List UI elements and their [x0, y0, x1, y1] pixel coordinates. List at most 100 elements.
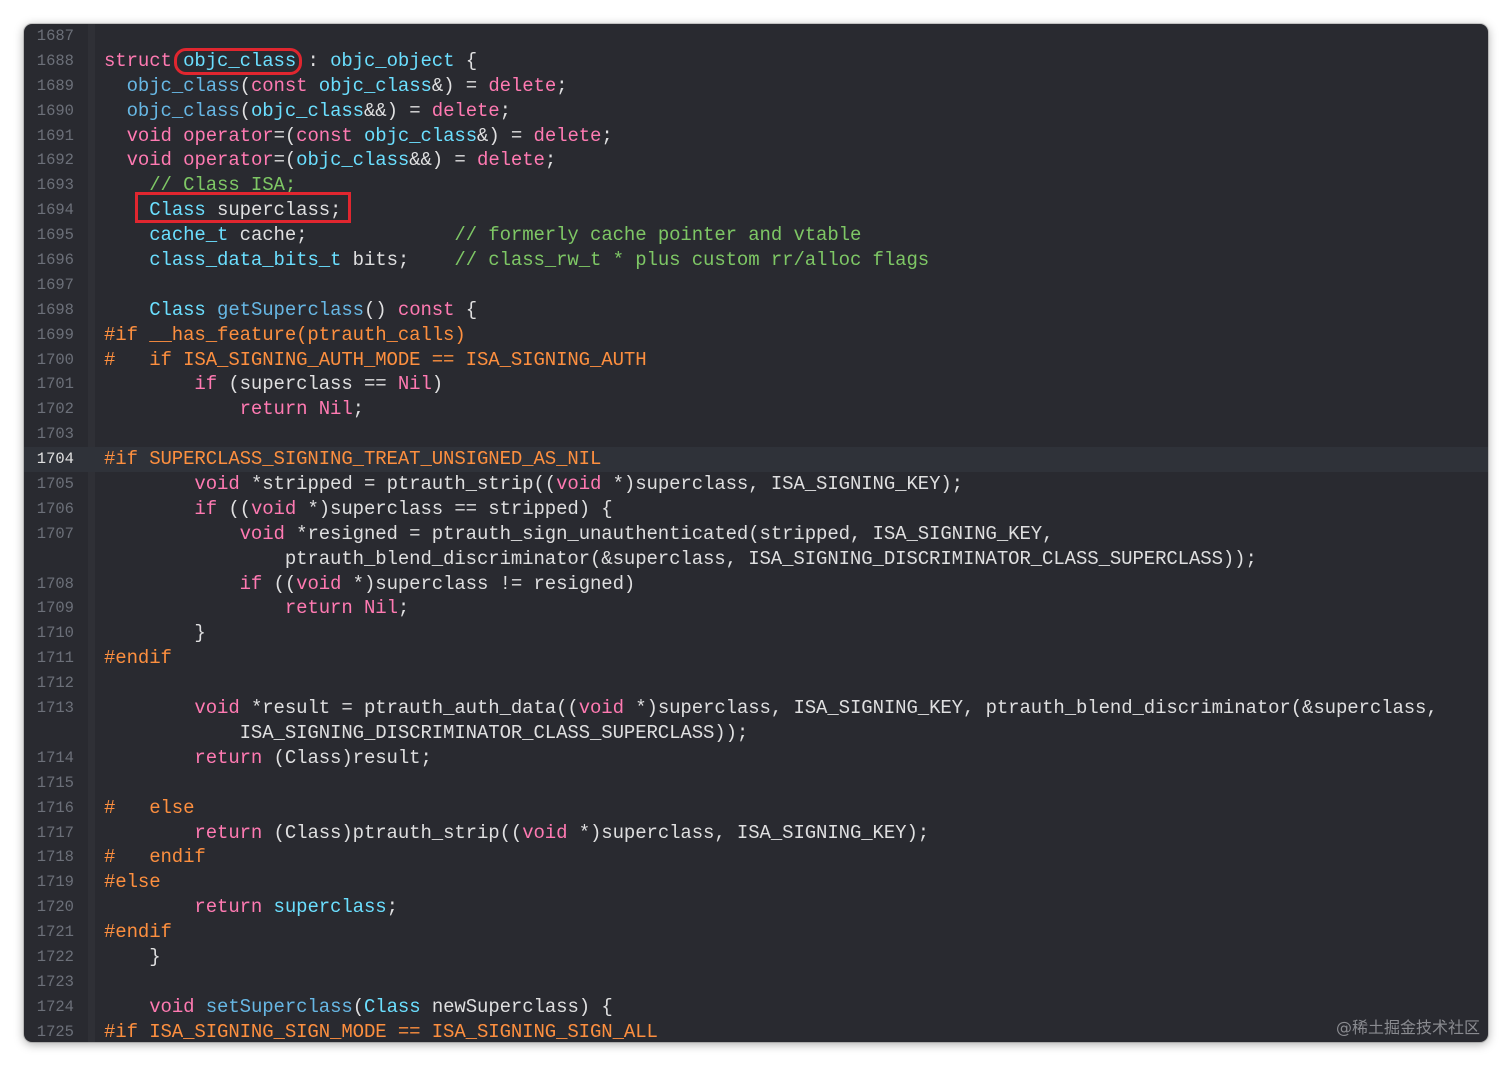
token-kw: void: [239, 522, 285, 545]
code-line[interactable]: 1690 objc_class(objc_class&&) = delete;: [24, 99, 1488, 124]
token-id: bits;: [341, 249, 455, 272]
line-number: 1721: [36, 923, 74, 942]
token-id: &&) =: [409, 149, 478, 172]
code-line[interactable]: 1719 #else: [24, 870, 1488, 895]
token-kw: void: [578, 697, 624, 720]
line-code: }: [104, 945, 160, 970]
token-id: (Class)ptrauth_strip((: [262, 821, 523, 844]
code-line[interactable]: 1701 if (superclass == Nil): [24, 372, 1488, 397]
token-id: (: [239, 74, 251, 97]
code-line[interactable]: 1725 #if ISA_SIGNING_SIGN_MODE == ISA_SIG…: [24, 1020, 1488, 1042]
code-line[interactable]: 1700 # if ISA_SIGNING_AUTH_MODE == ISA_SI…: [24, 348, 1488, 373]
code-line[interactable]: 1711 #endif: [24, 646, 1488, 671]
line-number: 1725: [36, 1022, 74, 1041]
line-code: void operator=(const objc_class&) = dele…: [104, 124, 613, 149]
line-code: ISA_SIGNING_DISCRIMINATOR_CLASS_SUPERCLA…: [104, 721, 749, 746]
code-line[interactable]: 1695 cache_t cache; // formerly cache po…: [24, 223, 1488, 248]
line-code: return Nil;: [104, 397, 364, 422]
token-kw: return: [194, 896, 263, 919]
line-number: 1688: [36, 51, 74, 70]
code-line[interactable]: 1698 Class getSuperclass() const {: [24, 298, 1488, 323]
line-code: # if ISA_SIGNING_AUTH_MODE == ISA_SIGNIN…: [104, 348, 647, 373]
code-line[interactable]: 1702 return Nil;: [24, 397, 1488, 422]
token-kw: void: [194, 473, 240, 496]
code-line[interactable]: 1712: [24, 671, 1488, 696]
code-line[interactable]: 1707 void *resigned = ptrauth_sign_unaut…: [24, 522, 1488, 547]
code-line[interactable]: 1691 void operator=(const objc_class&) =…: [24, 124, 1488, 149]
code-line[interactable]: 1723: [24, 970, 1488, 995]
token-kw: void: [250, 497, 297, 520]
code-line[interactable]: 1692 void operator=(objc_class&&) = dele…: [24, 148, 1488, 173]
token-kw: delete: [431, 99, 500, 122]
token-id: *)superclass == stripped) {: [296, 497, 613, 520]
token-kw: void: [149, 995, 195, 1018]
line-number: 1712: [36, 674, 74, 693]
line-number: 1706: [36, 499, 74, 518]
code-line[interactable]: 1706 if ((void *)superclass == stripped)…: [24, 497, 1488, 522]
code-line[interactable]: 1710 }: [24, 621, 1488, 646]
line-code: return (Class)ptrauth_strip((void *)supe…: [104, 821, 929, 846]
token-id: [104, 125, 127, 147]
line-code: class_data_bits_t bits; // class_rw_t * …: [104, 248, 929, 273]
code-line[interactable]: 1689 objc_class(const objc_class&) = del…: [24, 74, 1488, 99]
code-line[interactable]: ptrauth_blend_discriminator(&superclass,…: [24, 547, 1488, 572]
token-id: [104, 149, 127, 171]
token-kw: Nil: [318, 398, 353, 421]
token-id: [104, 498, 194, 520]
token-kw: void: [194, 697, 240, 720]
code-line[interactable]: 1722 }: [24, 945, 1488, 970]
code-line[interactable]: 1704 #if SUPERCLASS_SIGNING_TREAT_UNSIGNE…: [24, 447, 1488, 473]
line-code: objc_class(const objc_class&) = delete;: [104, 74, 568, 99]
code-line[interactable]: 1717 return (Class)ptrauth_strip((void *…: [24, 821, 1488, 846]
line-code: #if SUPERCLASS_SIGNING_TREAT_UNSIGNED_AS…: [104, 447, 601, 472]
line-code: Class superclass;: [104, 198, 341, 223]
token-id: [104, 697, 194, 719]
token-id: ): [431, 373, 444, 396]
token-com: // Class ISA;: [149, 174, 297, 197]
code-line[interactable]: 1709 return Nil;: [24, 596, 1488, 621]
code-line[interactable]: 1693 // Class ISA;: [24, 173, 1488, 198]
code-line[interactable]: 1713 void *result = ptrauth_auth_data((v…: [24, 696, 1488, 721]
code-line[interactable]: 1699 #if __has_feature(ptrauth_calls): [24, 323, 1488, 348]
token-id: [262, 896, 273, 918]
token-kw: return: [194, 746, 263, 769]
code-line[interactable]: 1687: [24, 24, 1488, 49]
token-id: [104, 996, 149, 1018]
code-line[interactable]: 1703: [24, 422, 1488, 447]
code-line[interactable]: 1718 # endif: [24, 845, 1488, 870]
code-line[interactable]: 1705 void *stripped = ptrauth_strip((voi…: [24, 472, 1488, 497]
code-line[interactable]: 1694 Class superclass;: [24, 198, 1488, 223]
code-line[interactable]: ISA_SIGNING_DISCRIMINATOR_CLASS_SUPERCLA…: [24, 721, 1488, 746]
line-number: 1713: [36, 699, 74, 718]
token-kw: delete: [477, 149, 545, 172]
token-kw: operator: [183, 124, 274, 147]
code-line[interactable]: 1720 return superclass;: [24, 895, 1488, 920]
token-id: cache;: [228, 224, 455, 247]
line-code: Class getSuperclass() const {: [104, 298, 477, 323]
token-id: [353, 125, 364, 147]
token-id: [104, 174, 149, 196]
code-line[interactable]: 1716 # else: [24, 796, 1488, 821]
token-kw: void: [126, 124, 172, 147]
code-line[interactable]: 1724 void setSuperclass(Class newSupercl…: [24, 995, 1488, 1020]
code-line[interactable]: 1714 return (Class)result;: [24, 746, 1488, 771]
token-id: [307, 398, 318, 420]
token-kw: void: [296, 572, 342, 595]
code-line[interactable]: 1708 if ((void *)superclass != resigned): [24, 572, 1488, 597]
token-type: Class: [149, 298, 206, 321]
line-number: 1720: [36, 898, 74, 917]
code-line[interactable]: 1697: [24, 273, 1488, 298]
line-number: 1705: [36, 475, 74, 494]
token-id: (: [239, 99, 251, 122]
line-number: 1707: [36, 524, 74, 543]
line-number: 1702: [36, 400, 74, 419]
code-line[interactable]: 1715: [24, 771, 1488, 796]
token-id: [172, 50, 183, 72]
line-code: void *result = ptrauth_auth_data((void *…: [104, 696, 1437, 721]
code-line[interactable]: 1688 struct objc_class : objc_object {: [24, 49, 1488, 74]
code-lines[interactable]: 1687 1688 struct objc_class : objc_object …: [24, 24, 1488, 1042]
code-line[interactable]: 1696 class_data_bits_t bits; // class_rw…: [24, 248, 1488, 273]
token-id: superclass;: [205, 199, 342, 222]
line-code: objc_class(objc_class&&) = delete;: [104, 99, 511, 124]
code-line[interactable]: 1721 #endif: [24, 920, 1488, 945]
